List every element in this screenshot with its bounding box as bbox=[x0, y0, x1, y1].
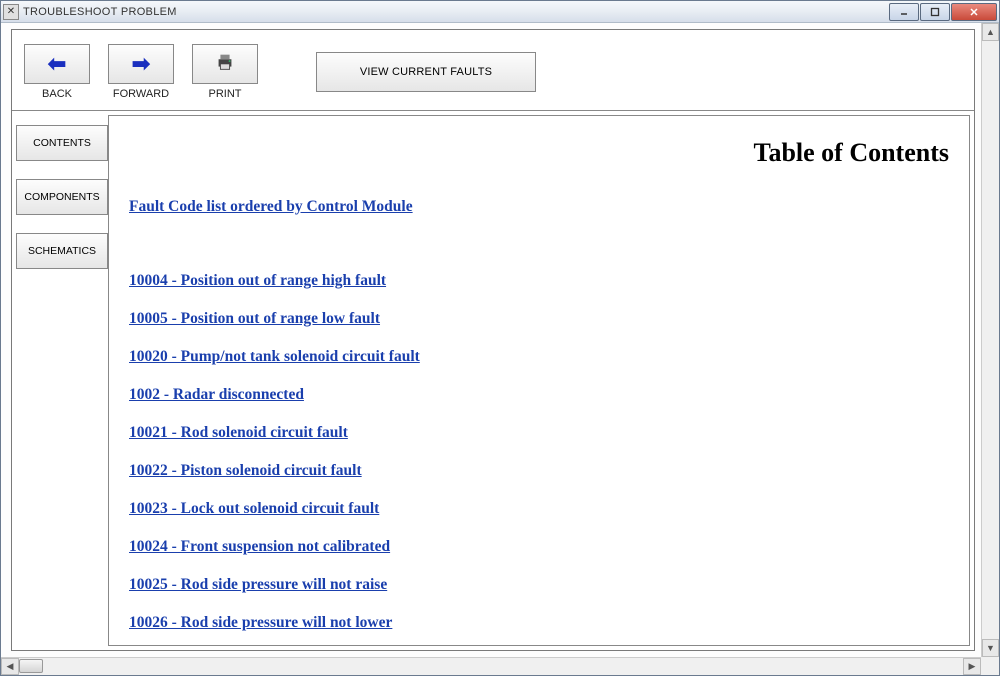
minimize-button[interactable] bbox=[889, 3, 919, 21]
window-title: TROUBLESHOOT PROBLEM bbox=[23, 6, 888, 18]
vertical-scrollbar[interactable]: ▲ ▼ bbox=[981, 23, 999, 657]
titlebar: ✕ TROUBLESHOOT PROBLEM bbox=[1, 1, 999, 23]
tab-schematics[interactable]: SCHEMATICS bbox=[16, 233, 108, 269]
arrow-left-icon: ⬅ bbox=[48, 51, 66, 77]
view-current-faults-button[interactable]: VIEW CURRENT FAULTS bbox=[316, 52, 536, 92]
close-button[interactable] bbox=[951, 3, 997, 21]
fault-link[interactable]: 10021 - Rod solenoid circuit fault bbox=[129, 424, 949, 442]
fault-link[interactable]: 10023 - Lock out solenoid circuit fault bbox=[129, 500, 949, 518]
fault-link[interactable]: 10020 - Pump/not tank solenoid circuit f… bbox=[129, 348, 949, 366]
scroll-left-icon[interactable]: ◀ bbox=[1, 658, 19, 675]
page-title: Table of Contents bbox=[129, 138, 949, 168]
app-body: ⬅ BACK ➡ FORWARD PRINT bbox=[1, 23, 999, 675]
forward-button[interactable]: ➡ FORWARD bbox=[108, 44, 174, 100]
print-button[interactable]: PRINT bbox=[192, 44, 258, 100]
printer-icon bbox=[214, 51, 236, 78]
system-close-icon[interactable]: ✕ bbox=[3, 4, 19, 20]
back-button[interactable]: ⬅ BACK bbox=[24, 44, 90, 100]
tab-components[interactable]: COMPONENTS bbox=[16, 179, 108, 215]
fault-list-header-link[interactable]: Fault Code list ordered by Control Modul… bbox=[129, 198, 949, 216]
scroll-up-icon[interactable]: ▲ bbox=[982, 23, 999, 41]
toolbar: ⬅ BACK ➡ FORWARD PRINT bbox=[12, 30, 974, 111]
fault-link[interactable]: 10022 - Piston solenoid circuit fault bbox=[129, 462, 949, 480]
scroll-down-icon[interactable]: ▼ bbox=[982, 639, 999, 657]
scroll-corner bbox=[981, 657, 999, 675]
content-pane: Table of Contents Fault Code list ordere… bbox=[108, 115, 970, 646]
horizontal-scrollbar[interactable]: ◀ ▶ bbox=[1, 657, 981, 675]
side-tabs: CONTENTS COMPONENTS SCHEMATICS bbox=[12, 111, 108, 650]
maximize-button[interactable] bbox=[920, 3, 950, 21]
scroll-thumb[interactable] bbox=[19, 659, 43, 673]
forward-label: FORWARD bbox=[113, 88, 169, 100]
fault-link[interactable]: 10026 - Rod side pressure will not lower bbox=[129, 614, 949, 632]
scroll-right-icon[interactable]: ▶ bbox=[963, 658, 981, 675]
window-controls bbox=[888, 3, 997, 21]
back-label: BACK bbox=[42, 88, 72, 100]
tab-contents[interactable]: CONTENTS bbox=[16, 125, 108, 161]
fault-link[interactable]: 10024 - Front suspension not calibrated bbox=[129, 538, 949, 556]
fault-link[interactable]: 1002 - Radar disconnected bbox=[129, 386, 949, 404]
main-area: CONTENTS COMPONENTS SCHEMATICS Table of … bbox=[12, 111, 974, 650]
app-window: ✕ TROUBLESHOOT PROBLEM ⬅ BACK bbox=[0, 0, 1000, 676]
main-frame: ⬅ BACK ➡ FORWARD PRINT bbox=[11, 29, 975, 651]
fault-link[interactable]: 10004 - Position out of range high fault bbox=[129, 272, 949, 290]
arrow-right-icon: ➡ bbox=[132, 51, 150, 77]
print-label: PRINT bbox=[209, 88, 242, 100]
fault-link[interactable]: 10025 - Rod side pressure will not raise bbox=[129, 576, 949, 594]
fault-link[interactable]: 10005 - Position out of range low fault bbox=[129, 310, 949, 328]
